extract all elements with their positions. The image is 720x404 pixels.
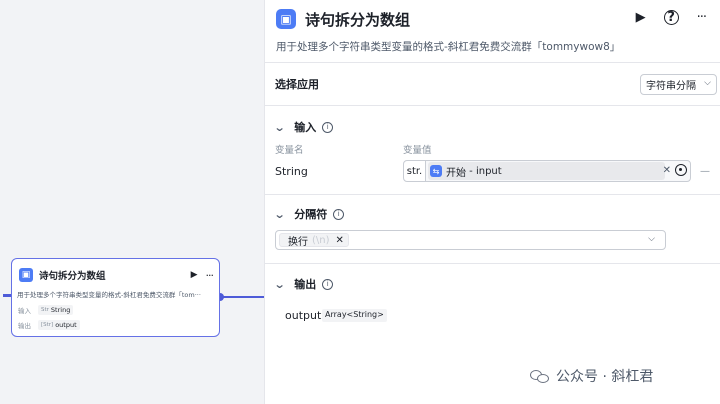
output-section-title: 输出 xyxy=(294,278,317,291)
help-icon[interactable]: ? xyxy=(663,10,679,25)
ref-variable: input xyxy=(475,165,502,177)
separator-tag: 换行 (\n) ✕ xyxy=(279,233,349,248)
node-output-type: [Str] xyxy=(41,322,54,328)
input-section-title: 输入 xyxy=(294,121,317,134)
info-icon[interactable]: i xyxy=(322,121,334,133)
more-icon[interactable]: ··· xyxy=(697,10,707,25)
watermark: 公众号 · 斜杠君 xyxy=(530,366,653,386)
ref-separator: - xyxy=(466,165,476,177)
divider xyxy=(265,105,720,106)
select-app-label: 选择应用 xyxy=(275,78,319,91)
node-input-row: 输入 Str String xyxy=(18,305,74,315)
separator-tag-sub: (\n) xyxy=(312,234,330,246)
chevron-down-icon: ⌵ xyxy=(648,234,655,244)
watermark-text: 公众号 · 斜杠君 xyxy=(556,369,654,385)
wechat-icon xyxy=(530,368,550,384)
divider xyxy=(265,194,720,195)
info-icon[interactable]: i xyxy=(333,208,345,220)
info-icon[interactable]: i xyxy=(322,278,334,290)
node-output-row: 输出 [Str] output xyxy=(18,320,80,330)
target-icon[interactable] xyxy=(675,164,687,176)
input-var-name[interactable]: String xyxy=(275,165,308,178)
node-title: 诗句拆分为数组 xyxy=(39,271,106,282)
separator-section-title: 分隔符 xyxy=(294,208,328,221)
panel-actions: ▶ ? ··· xyxy=(618,10,707,25)
output-var-type: Array<String> xyxy=(322,309,387,322)
node-output-label: 输出 xyxy=(18,322,31,330)
workflow-canvas[interactable]: ▣ 诗句拆分为数组 ▶ ··· 用于处理多个字符串类型变量的格式-斜杠君免费交流… xyxy=(0,0,264,404)
node-input-label: 输入 xyxy=(18,307,31,315)
node-description: 用于处理多个字符串类型变量的格式-斜杠君免费交流群「tom··· xyxy=(17,291,201,299)
chevron-down-icon[interactable]: ⌄ xyxy=(274,278,286,291)
ref-source: 开始 xyxy=(446,167,466,179)
remove-row-icon[interactable]: — xyxy=(700,166,710,177)
chevron-down-icon[interactable]: ⌄ xyxy=(274,121,286,134)
var-type-selector[interactable]: str. xyxy=(404,161,426,181)
separator-select[interactable]: 换行 (\n) ✕ ⌵ xyxy=(275,230,666,250)
start-node-icon: ⇆ xyxy=(430,165,442,177)
separator-tag-label: 换行 xyxy=(288,236,308,248)
play-icon[interactable]: ▶ xyxy=(636,10,646,25)
divider xyxy=(265,263,720,264)
col-header-value: 变量值 xyxy=(403,145,432,156)
close-icon[interactable]: ✕ xyxy=(336,235,344,246)
panel-title[interactable]: 诗句拆分为数组 xyxy=(305,9,410,30)
incoming-edge xyxy=(3,294,11,297)
workflow-node[interactable]: ▣ 诗句拆分为数组 ▶ ··· 用于处理多个字符串类型变量的格式-斜杠君免费交流… xyxy=(11,258,220,337)
col-header-name: 变量名 xyxy=(275,145,304,156)
node-input-chip: Str String xyxy=(38,305,74,315)
node-input-value: String xyxy=(50,306,71,314)
node-header: ▣ 诗句拆分为数组 ▶ ··· xyxy=(19,266,214,284)
play-icon[interactable]: ▶ xyxy=(191,270,198,280)
node-output-value: output xyxy=(55,321,77,329)
node-input-type: Str xyxy=(41,307,49,313)
chevron-down-icon: ⌵ xyxy=(704,78,711,88)
input-section-header[interactable]: ⌄ 输入 i xyxy=(274,119,334,135)
app-icon: ▣ xyxy=(276,9,296,29)
panel-description[interactable]: 用于处理多个字符串类型变量的格式-斜杠君免费交流群「tommywow8」 xyxy=(276,39,620,54)
close-icon[interactable]: ✕ xyxy=(663,165,671,176)
node-config-panel: ▣ 诗句拆分为数组 ▶ ? ··· 用于处理多个字符串类型变量的格式-斜杠君免费… xyxy=(264,0,720,404)
node-output-chip: [Str] output xyxy=(38,320,80,330)
chevron-down-icon[interactable]: ⌄ xyxy=(274,208,286,221)
outgoing-edge xyxy=(219,296,264,298)
variable-reference-chip[interactable]: ⇆ 开始 - input xyxy=(428,162,665,180)
output-var-name: output xyxy=(285,309,322,322)
separator-section-header[interactable]: ⌄ 分隔符 i xyxy=(274,206,345,222)
divider xyxy=(265,62,720,63)
input-var-value-field[interactable]: str. ⇆ 开始 - input ✕ xyxy=(403,160,691,182)
app-select-value: 字符串分隔 xyxy=(646,81,696,92)
output-section-header[interactable]: ⌄ 输出 i xyxy=(274,276,334,292)
app-icon: ▣ xyxy=(19,268,33,282)
more-icon[interactable]: ··· xyxy=(206,269,214,282)
app-select[interactable]: 字符串分隔 ⌵ xyxy=(640,74,717,95)
